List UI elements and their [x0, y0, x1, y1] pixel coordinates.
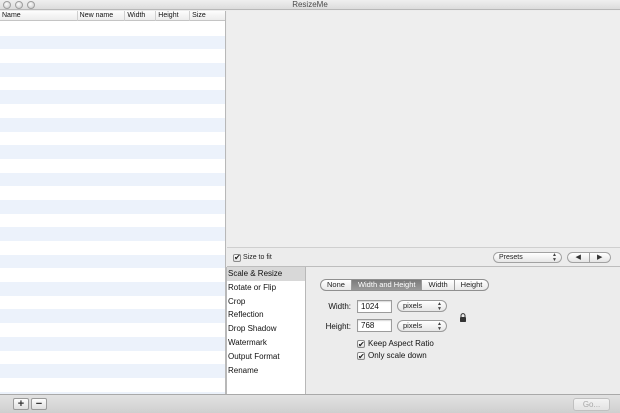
- size-to-fit-label: Size to fit: [243, 254, 272, 261]
- table-row[interactable]: [0, 22, 225, 36]
- table-row[interactable]: [0, 214, 225, 228]
- operation-item[interactable]: Reflection: [227, 308, 305, 322]
- table-row[interactable]: [0, 77, 225, 91]
- width-unit-popup[interactable]: pixels ▲ ▼: [397, 300, 447, 312]
- mode-option[interactable]: Height: [455, 280, 489, 290]
- operation-item[interactable]: Output Format: [227, 350, 305, 364]
- keep-aspect-ratio-label: Keep Aspect Ratio: [368, 339, 434, 349]
- table-row[interactable]: [0, 186, 225, 200]
- size-to-fit-checkbox[interactable]: [233, 253, 241, 263]
- keep-aspect-ratio-checkbox[interactable]: [357, 339, 365, 350]
- column-header-new-name[interactable]: New name: [78, 11, 126, 21]
- file-table[interactable]: Name New name Width Height Size: [0, 11, 226, 394]
- height-label: Height:: [325, 322, 351, 331]
- table-row[interactable]: [0, 254, 225, 269]
- table-row[interactable]: [0, 296, 225, 310]
- preview-navigation[interactable]: ◀ ▶: [567, 252, 611, 263]
- operation-item[interactable]: Scale & Resize: [227, 267, 305, 281]
- preview-toolbar: Size to fit Presets ▲▼ ◀ ▶: [227, 247, 620, 267]
- table-row[interactable]: [0, 104, 225, 118]
- height-unit-popup[interactable]: pixels ▲ ▼: [397, 320, 447, 332]
- table-header: Name New name Width Height Size: [0, 11, 225, 21]
- width-input[interactable]: 1024: [357, 300, 392, 313]
- up-down-arrows-icon: ▲ ▼: [437, 301, 442, 312]
- table-row[interactable]: [0, 323, 225, 337]
- width-unit-label: pixels: [403, 301, 423, 310]
- operation-item[interactable]: Watermark: [227, 336, 305, 350]
- table-row[interactable]: [0, 63, 225, 77]
- only-scale-down-checkbox[interactable]: [357, 351, 365, 362]
- window-title: ResizeMe: [292, 0, 328, 9]
- table-row[interactable]: [0, 282, 225, 296]
- table-row[interactable]: [0, 90, 225, 105]
- height-input[interactable]: 768: [357, 319, 392, 332]
- table-row[interactable]: [0, 378, 225, 392]
- table-row[interactable]: [0, 227, 225, 241]
- mode-option[interactable]: Width and Height: [351, 280, 423, 290]
- up-down-arrows-icon: ▲ ▼: [437, 321, 442, 332]
- remove-button[interactable]: −: [31, 398, 47, 410]
- resize-mode-selector[interactable]: None Width and Height Width Height: [320, 279, 490, 291]
- table-row[interactable]: [0, 159, 225, 173]
- column-header-width[interactable]: Width: [125, 11, 157, 21]
- table-row[interactable]: [0, 49, 225, 63]
- table-row[interactable]: [0, 364, 225, 378]
- lock-icon[interactable]: [459, 313, 467, 322]
- operation-item[interactable]: Rename: [227, 364, 305, 378]
- operations-list: Scale & Resize Rotate or Flip Crop Reflecti…: [226, 267, 306, 394]
- presets-popup[interactable]: Presets ▲ ▼: [493, 252, 562, 263]
- column-header-height[interactable]: Height: [156, 11, 191, 21]
- operation-item[interactable]: Drop Shadow: [227, 322, 305, 336]
- app-window: ResizeMe Name New name Width Height Size…: [0, 0, 620, 413]
- table-row[interactable]: [0, 132, 225, 146]
- mode-option[interactable]: None: [321, 280, 352, 290]
- table-row[interactable]: [0, 199, 225, 214]
- size-to-fit-option[interactable]: Size to fit: [233, 253, 272, 263]
- table-row[interactable]: [0, 309, 225, 324]
- only-scale-down-label: Only scale down: [368, 351, 427, 361]
- title-bar: ResizeMe: [0, 0, 620, 10]
- mode-option[interactable]: Width: [422, 280, 455, 290]
- table-row[interactable]: [0, 172, 225, 187]
- table-row[interactable]: [0, 336, 225, 351]
- width-label: Width:: [328, 302, 351, 311]
- add-button[interactable]: +: [13, 398, 29, 410]
- scale-resize-panel: None Width and Height Width Height Width: 1…: [307, 267, 620, 394]
- presets-label: Presets: [499, 254, 523, 261]
- keep-aspect-ratio-option[interactable]: Keep Aspect Ratio: [357, 338, 434, 350]
- table-rows: [0, 22, 225, 394]
- right-arrow-icon[interactable]: ▶: [590, 253, 611, 262]
- table-row[interactable]: [0, 145, 225, 159]
- table-row[interactable]: [0, 35, 225, 50]
- operation-item[interactable]: Crop: [227, 295, 305, 309]
- up-down-arrows-icon: ▲ ▼: [552, 252, 557, 263]
- bottom-bar: + − Go...: [0, 394, 620, 413]
- table-row[interactable]: [0, 268, 225, 282]
- operation-item[interactable]: Rotate or Flip: [227, 281, 305, 295]
- image-preview: [227, 11, 620, 247]
- left-arrow-icon[interactable]: ◀: [568, 253, 590, 262]
- height-unit-label: pixels: [403, 321, 423, 330]
- column-header-size[interactable]: Size: [190, 11, 225, 21]
- only-scale-down-option[interactable]: Only scale down: [357, 350, 427, 362]
- go-button[interactable]: Go...: [573, 398, 610, 411]
- table-row[interactable]: [0, 241, 225, 255]
- table-row[interactable]: [0, 117, 225, 132]
- column-header-name[interactable]: Name: [0, 11, 78, 21]
- table-row[interactable]: [0, 351, 225, 365]
